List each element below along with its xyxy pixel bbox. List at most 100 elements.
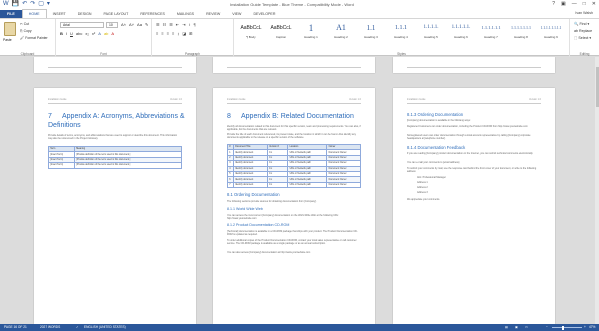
highlight-icon[interactable]: ab [104, 31, 108, 36]
line-spacing-icon[interactable]: ↨ [177, 31, 179, 36]
bold-icon[interactable]: B [60, 31, 63, 36]
select-button[interactable]: ⬚ Select ▾ [574, 36, 591, 40]
ribbon-display-icon[interactable]: ▣ [561, 0, 566, 9]
find-button[interactable]: 🔍 Find ▾ [574, 22, 589, 26]
zoom-in-icon[interactable]: + [584, 324, 586, 331]
tab-page-layout[interactable]: PAGE LAYOUT [97, 10, 134, 18]
tab-home[interactable]: HOME [21, 9, 47, 18]
tab-mailings[interactable]: MAILINGS [171, 10, 200, 18]
zoom-level[interactable]: 47% [589, 324, 595, 331]
show-marks-icon[interactable]: ¶ [194, 22, 196, 27]
paste-button[interactable]: Paste [3, 38, 12, 42]
style-heading-3[interactable]: 1.1 Heading 3 [356, 22, 386, 44]
underline-icon[interactable]: U [70, 31, 73, 36]
related-docs-table: # Document Title Version # Location Owne… [227, 143, 361, 189]
style-caption[interactable]: AaBbCcL Caption [266, 22, 296, 44]
page-strip[interactable] [213, 57, 375, 73]
style-heading-7[interactable]: 1.1.1.1.1.1 Heading 7 [476, 22, 506, 44]
document-page[interactable]: Installation Guide Version 1.0 8.1.3 Ord… [393, 88, 555, 324]
align-right-icon[interactable]: ≡ [167, 31, 169, 36]
increase-indent-icon[interactable]: ⇥ [182, 22, 185, 27]
tab-references[interactable]: REFERENCES [134, 10, 171, 18]
zoom-slider-knob[interactable] [562, 325, 564, 330]
word-count[interactable]: 2027 WORDS [40, 324, 60, 331]
subscript-icon[interactable]: x₂ [85, 31, 89, 36]
page-count[interactable]: PAGE 16 OF 21 [4, 324, 27, 331]
zoom-slider[interactable] [552, 327, 582, 328]
style-heading-9[interactable]: 1.1.1.1.1.1.1.1 Heading 9 [536, 22, 566, 44]
redo-icon[interactable]: ↷ [30, 0, 35, 9]
font-size-box[interactable]: 10 [106, 22, 118, 28]
format-painter-button[interactable]: 🖌 Format Painter [20, 36, 48, 40]
grow-font-icon[interactable]: A˄ [121, 22, 126, 27]
tab-review[interactable]: REVIEW [200, 10, 226, 18]
font-name-box[interactable]: Arial [60, 22, 104, 28]
heading-number: 7 [48, 113, 52, 120]
document-page[interactable]: Installation Guide Version 1.0 7 Appendix… [34, 88, 196, 324]
font-format-row: B I U abc x₂ x² A ab A [60, 31, 114, 36]
customize-qat-icon[interactable]: ▾ [47, 0, 50, 9]
help-icon[interactable]: ? [552, 0, 555, 9]
save-icon[interactable]: 💾 [12, 0, 19, 9]
vertical-scrollbar[interactable] [595, 57, 599, 324]
page-header-left: Installation Guide [227, 98, 246, 101]
borders-icon[interactable]: ⊞ [189, 31, 192, 36]
print-layout-icon[interactable]: ▣ [515, 324, 518, 331]
minimize-icon[interactable]: — [572, 0, 577, 9]
italic-icon[interactable]: I [66, 31, 67, 36]
style-heading-4[interactable]: 1.1.1 Heading 4 [386, 22, 416, 44]
bullets-icon[interactable]: ☰ [156, 22, 160, 27]
multilevel-icon[interactable]: ☰ [169, 22, 173, 27]
align-center-icon[interactable]: ≡ [161, 31, 163, 36]
sort-icon[interactable]: ↕ [189, 22, 191, 27]
style-heading-1[interactable]: 1 Heading 1 [296, 22, 326, 44]
copy-button[interactable]: ⎘ Copy [20, 29, 32, 33]
shading-icon[interactable]: ◪ [182, 31, 186, 36]
text-effects-icon[interactable]: A [98, 31, 101, 36]
tab-insert[interactable]: INSERT [47, 10, 72, 18]
section-text: You can access the most current [Company… [227, 214, 339, 221]
numbering-icon[interactable]: ☷ [163, 22, 167, 27]
change-case-icon[interactable]: Aa [137, 22, 142, 27]
cut-button[interactable]: ✂ Cut [20, 22, 29, 26]
document-page[interactable]: Installation Guide Version 1.0 8 Appendix… [213, 88, 375, 324]
clipboard-group: Paste ✂ Cut ⎘ Copy 🖌 Format Painter Clip… [0, 19, 56, 57]
tab-developer[interactable]: DEVELOPER [247, 10, 281, 18]
align-left-icon[interactable]: ≡ [156, 31, 158, 36]
new-document-icon[interactable]: ▢ [38, 0, 44, 9]
document-canvas[interactable]: Installation Guide Version 1.0 7 Appendix… [0, 57, 595, 324]
replace-button[interactable]: ab Replace [574, 29, 592, 33]
style-heading-8[interactable]: 1.1.1.1.1.1.1 Heading 8 [506, 22, 536, 44]
strikethrough-icon[interactable]: abc [76, 31, 82, 36]
style-heading-5[interactable]: 1.1.1.1. Heading 5 [416, 22, 446, 44]
font-color-icon[interactable]: A [111, 31, 114, 36]
undo-icon[interactable]: ↶ [22, 0, 27, 9]
close-icon[interactable]: ✕ [592, 0, 596, 9]
zoom-out-icon[interactable]: − [546, 324, 548, 331]
font-group: Arial 10 A˄ A˅ Aa ✎ B I U abc x₂ x² A ab… [56, 19, 152, 57]
justify-icon[interactable]: ≡ [172, 31, 174, 36]
maximize-icon[interactable]: □ [583, 0, 586, 9]
style-body[interactable]: AaBbCcL ¶ Body [236, 22, 266, 44]
language[interactable]: ENGLISH (UNITED STATES) [84, 324, 126, 331]
style-heading-6[interactable]: 1.1.1.1.1. Heading 6 [446, 22, 476, 44]
user-name[interactable]: Ivan Walsh [575, 11, 593, 15]
read-mode-icon[interactable]: ▤ [505, 324, 508, 331]
section-text: To submit your comments by mail, use the… [407, 167, 537, 174]
tab-view[interactable]: VIEW [226, 10, 247, 18]
clear-format-icon[interactable]: ✎ [145, 22, 148, 27]
address-line: Attn: Professional Manager [417, 176, 446, 179]
web-layout-icon[interactable]: ▭ [525, 324, 528, 331]
page-strip[interactable] [34, 57, 196, 73]
tab-design[interactable]: DESIGN [72, 10, 98, 18]
page-strip[interactable] [393, 57, 555, 73]
shrink-font-icon[interactable]: A˅ [129, 22, 134, 27]
style-heading-2[interactable]: A1 Heading 2 [326, 22, 356, 44]
decrease-indent-icon[interactable]: ⇤ [176, 22, 179, 27]
paste-icon[interactable] [4, 22, 16, 36]
tab-file[interactable]: FILE [0, 10, 22, 18]
section-heading: 8.1.2 Product Documentation CD-ROM [227, 223, 290, 227]
superscript-icon[interactable]: x² [92, 31, 95, 36]
scrollbar-thumb[interactable] [595, 67, 599, 107]
proofing-icon[interactable]: ✓ [76, 324, 79, 331]
